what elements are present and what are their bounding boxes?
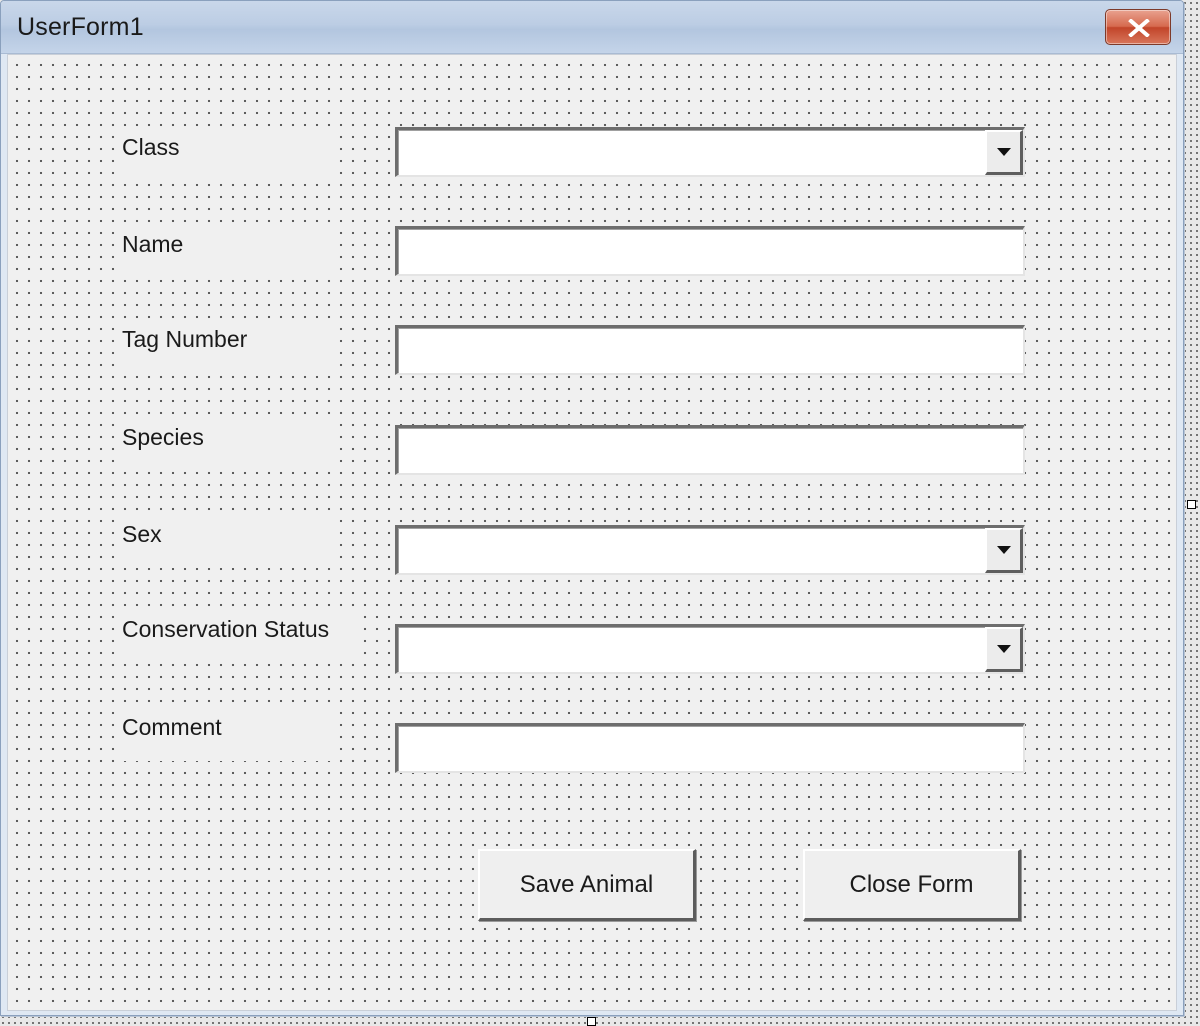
sex-label: Sex [116,518,336,568]
dropdown-arrow-icon [997,148,1011,156]
class-dropdown-button[interactable] [985,130,1023,175]
close-x-icon [1128,19,1150,37]
tag-number-label: Tag Number [116,323,336,373]
class-label: Class [116,131,336,181]
comment-label: Comment [116,711,336,761]
species-textbox[interactable] [395,425,1025,475]
comment-textbox[interactable] [395,723,1025,773]
conservation-status-combobox[interactable] [395,624,1025,674]
userform-window: UserForm1 Class Name Tag Number Species … [0,0,1184,1016]
sex-combobox[interactable] [395,525,1025,575]
dropdown-arrow-icon [997,645,1011,653]
name-label: Name [116,228,336,278]
window-title: UserForm1 [17,13,144,41]
tag-number-textbox[interactable] [395,325,1025,375]
species-label: Species [116,421,336,471]
conservation-status-label: Conservation Status [116,613,362,663]
resize-handle-right[interactable] [1187,500,1196,509]
resize-handle-bottom[interactable] [587,1017,596,1026]
conservation-status-dropdown-button[interactable] [985,627,1023,672]
close-window-button[interactable] [1105,9,1171,45]
close-form-button[interactable]: Close Form [803,849,1021,921]
title-bar[interactable]: UserForm1 [1,1,1183,54]
class-combobox[interactable] [395,127,1025,177]
sex-dropdown-button[interactable] [985,528,1023,573]
dropdown-arrow-icon [997,546,1011,554]
save-animal-button[interactable]: Save Animal [478,849,696,921]
name-textbox[interactable] [395,226,1025,276]
